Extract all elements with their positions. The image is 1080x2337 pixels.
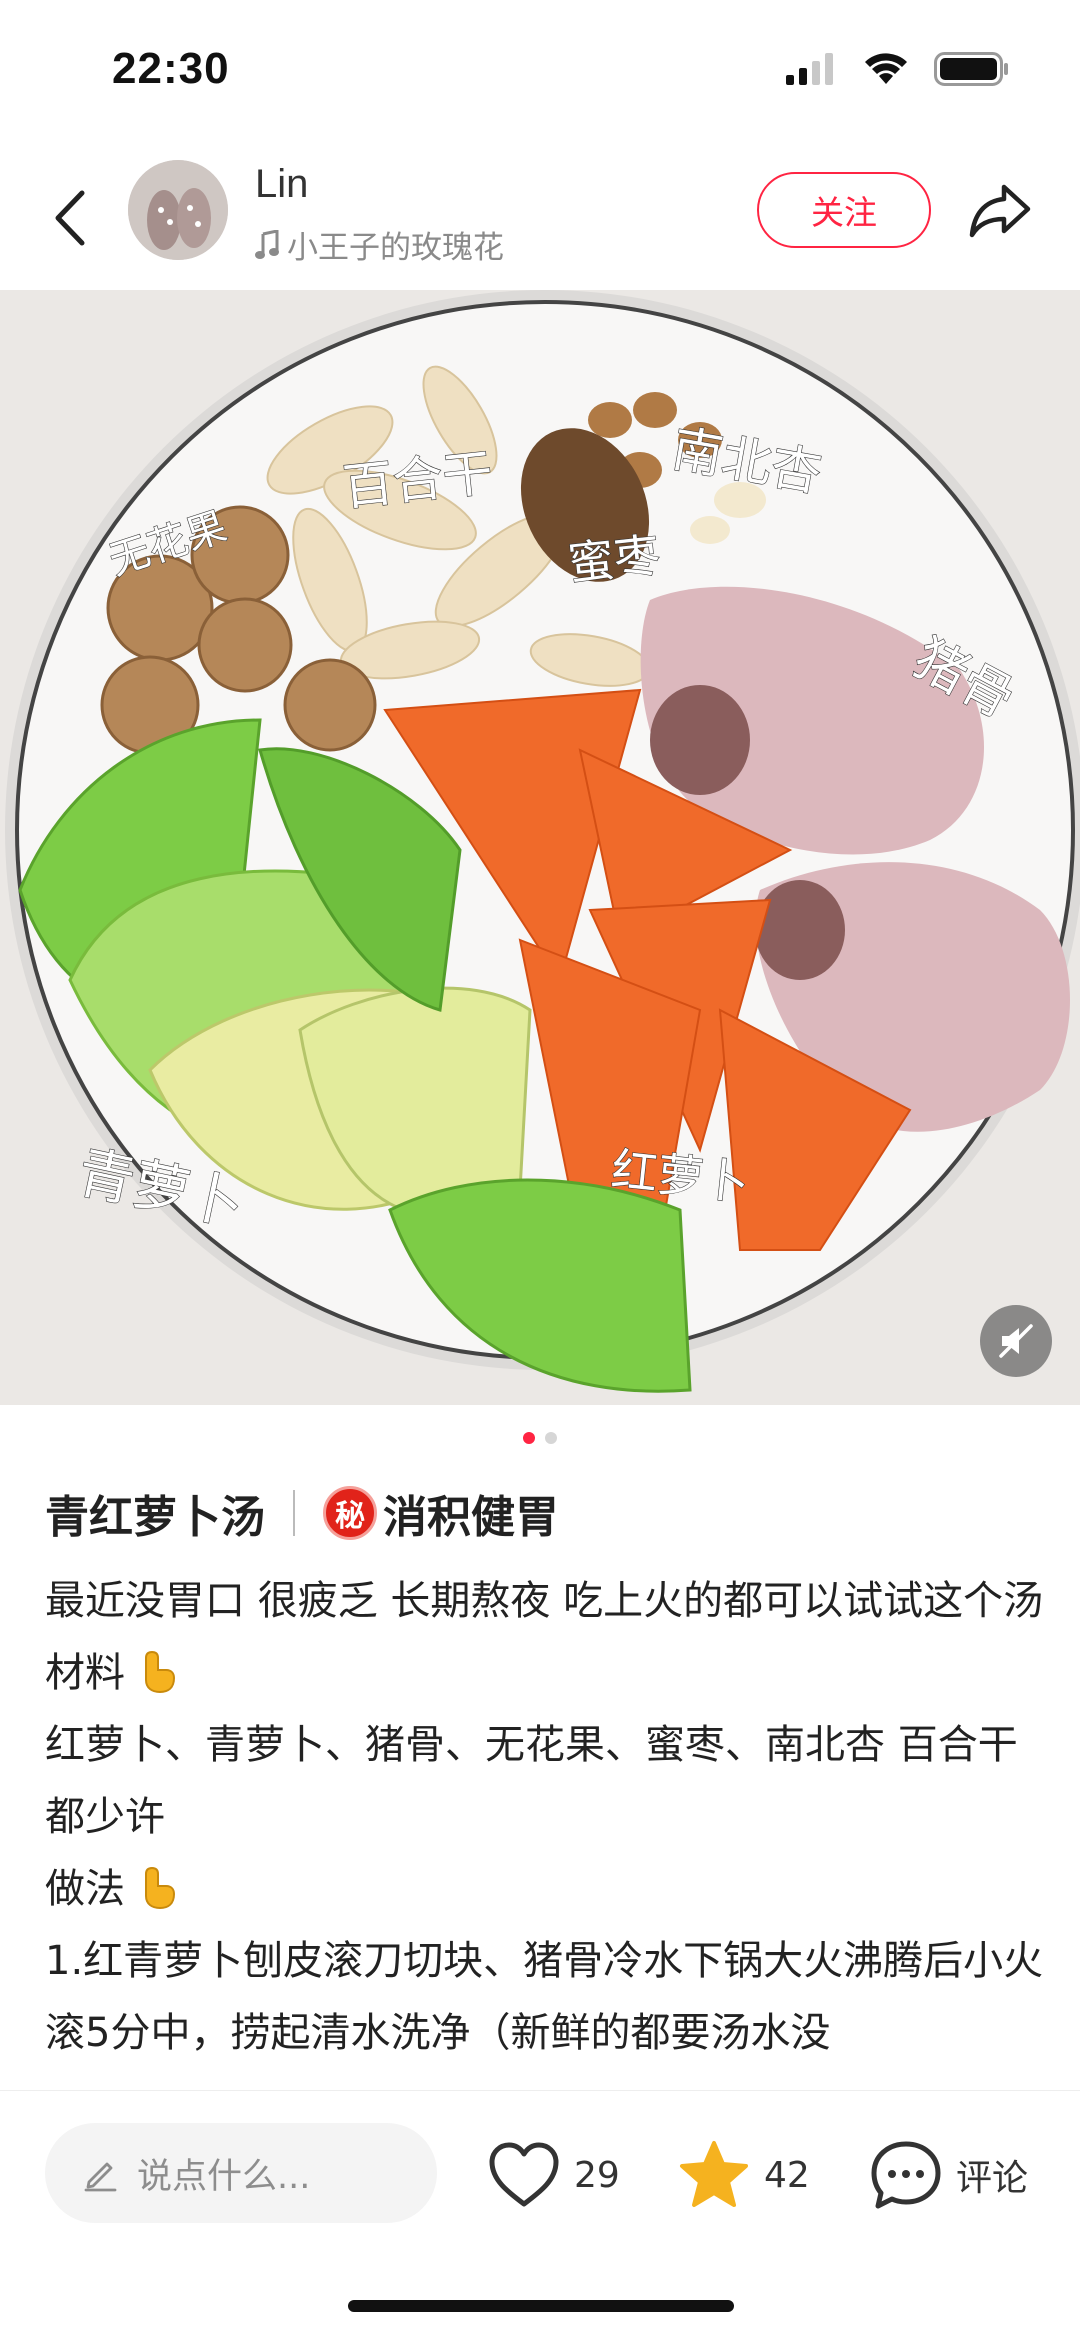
post-title-row: 青红萝卜汤 秘 消积健胃 — [45, 1478, 559, 1548]
status-icons — [786, 52, 1010, 86]
back-button[interactable] — [40, 178, 100, 258]
post-body: 最近没胃口 很疲乏 长期熬夜 吃上火的都可以试试这个汤 材料 红萝卜、青萝卜、猪… — [45, 1565, 1045, 2085]
comment-button[interactable]: 评论 — [870, 2131, 1028, 2219]
chevron-left-icon — [55, 190, 85, 246]
body-line: 最近没胃口 很疲乏 长期熬夜 吃上火的都可以试试这个汤 — [45, 1578, 1044, 1624]
star-icon — [680, 2141, 748, 2207]
comment-label: 评论 — [956, 2158, 1029, 2199]
body-line-materials: 材料 — [45, 1637, 1045, 1709]
label-date: 蜜枣 — [566, 528, 663, 591]
body-line-method: 做法 — [45, 1853, 1045, 1925]
home-indicator — [348, 2300, 734, 2312]
carousel-dot-1[interactable] — [523, 1432, 535, 1444]
battery-icon — [934, 52, 1008, 86]
like-button[interactable]: 29 — [488, 2131, 620, 2219]
pencil-icon — [84, 2162, 117, 2192]
status-bar: 22:30 — [0, 0, 1080, 140]
pointing-down-emoji-icon — [144, 1650, 175, 1694]
carousel-dot-2[interactable] — [545, 1432, 557, 1444]
comment-input[interactable]: 说点什么... — [45, 2123, 437, 2223]
music-line[interactable]: 小王子的玫瑰花 — [255, 222, 504, 267]
title-divider — [293, 1490, 295, 1536]
heart-icon — [489, 2142, 559, 2207]
comment-placeholder: 说点什么... — [137, 2156, 311, 2197]
speaker-muted-icon — [999, 1324, 1033, 1358]
pointing-down-emoji-icon — [144, 1866, 175, 1910]
body-line: 红萝卜、青萝卜、猪骨、无花果、蜜枣、南北杏 百合干都少许 — [45, 1722, 1018, 1840]
author-avatar[interactable] — [128, 160, 228, 260]
post-title: 青红萝卜汤 — [45, 1492, 265, 1543]
secret-emoji-icon: 秘 — [323, 1486, 377, 1540]
cellular-signal-icon — [786, 53, 833, 85]
body-line: 1.红青萝卜刨皮滚刀切块、猪骨冷水下锅大火沸腾后小火滚5分中，捞起清水洗净（新鲜… — [45, 1938, 1044, 2056]
soup-ingredients-image: 无花果 百合干 蜜枣 南北杏 猪骨 青萝卜 红萝卜 — [0, 290, 1080, 1405]
follow-button[interactable]: 关注 — [757, 172, 931, 248]
music-title: 小王子的玫瑰花 — [287, 230, 504, 266]
carousel-indicator — [0, 1432, 1080, 1444]
favorite-button[interactable]: 42 — [678, 2131, 810, 2219]
favorite-count: 42 — [764, 2154, 810, 2196]
post-header: Lin 小王子的玫瑰花 关注 — [0, 150, 1080, 290]
status-time: 22:30 — [112, 44, 230, 93]
author-name[interactable]: Lin — [255, 162, 308, 207]
wifi-icon — [865, 53, 907, 84]
share-icon — [969, 184, 1031, 238]
share-button[interactable] — [962, 178, 1038, 244]
music-note-icon — [255, 229, 279, 259]
comment-bubble-icon — [871, 2141, 941, 2209]
post-photo[interactable]: 无花果 百合干 蜜枣 南北杏 猪骨 青萝卜 红萝卜 — [0, 290, 1080, 1405]
mute-button[interactable] — [980, 1305, 1052, 1377]
like-count: 29 — [574, 2154, 620, 2196]
post-tag: 消积健胃 — [383, 1492, 559, 1543]
